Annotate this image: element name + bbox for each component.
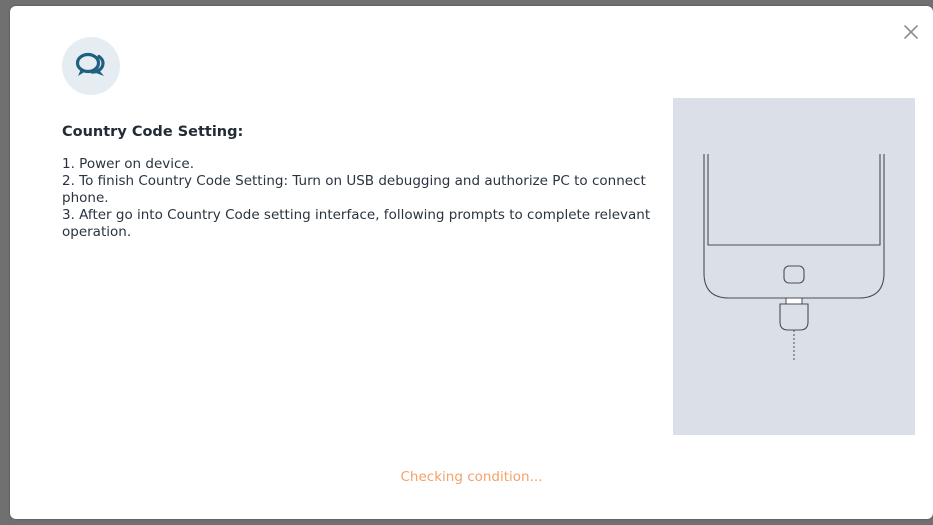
dialog-title: Country Code Setting: [62, 124, 244, 140]
phone-usb-illustration [673, 98, 915, 435]
country-code-dialog: Country Code Setting: 1. Power on device… [10, 6, 933, 519]
step-2: 2. To finish Country Code Setting: Turn … [62, 173, 646, 206]
step-3: 3. After go into Country Code setting in… [62, 207, 651, 240]
step-1: 1. Power on device. [62, 156, 195, 172]
instruction-steps: 1. Power on device. 2. To finish Country… [62, 156, 662, 241]
chat-bubbles-icon [75, 52, 105, 76]
phone-usb-connection-illustration [703, 154, 885, 362]
status-text: Checking condition... [400, 469, 543, 485]
close-button[interactable] [899, 20, 923, 44]
app-logo [62, 37, 120, 95]
close-icon[interactable] [899, 20, 923, 44]
